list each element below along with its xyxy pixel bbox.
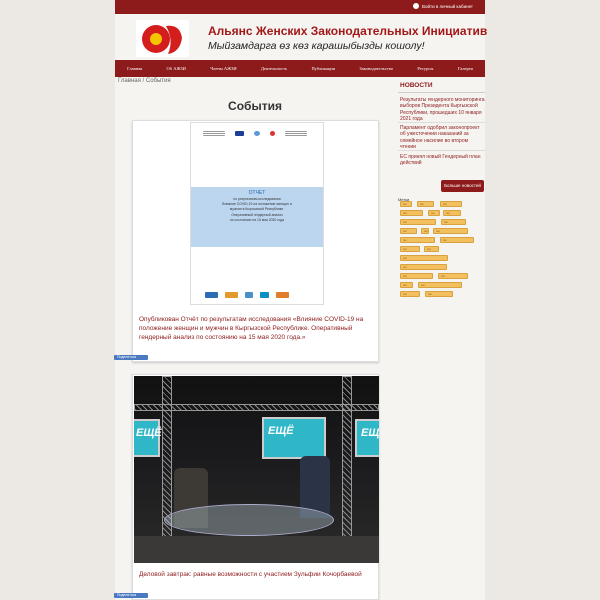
breadcrumb-current: События [145, 78, 171, 84]
nav-item-resources[interactable]: Ресурсы [417, 66, 433, 71]
tag-chip[interactable]: тег [418, 282, 462, 288]
share-button[interactable]: Поделиться [114, 593, 148, 598]
news-item[interactable]: Результаты гендерного мониторинга выборо… [400, 97, 485, 123]
news-heading: НОВОСТИ [400, 82, 433, 89]
sponsor-logos [205, 292, 289, 298]
studio-screen: ЕЩЁ [134, 419, 162, 457]
site-logo[interactable] [136, 20, 189, 57]
tag-chip[interactable]: тег [417, 201, 434, 207]
user-icon [412, 3, 419, 9]
sponsor-logo-icon [205, 292, 218, 298]
nav-item-publications[interactable]: Публикации [311, 66, 335, 71]
logo-emblem-icon [141, 24, 182, 54]
swiss-logo-icon [270, 131, 275, 136]
sponsor-logo-icon [225, 292, 238, 298]
page-title: События [228, 99, 282, 113]
tag-chip[interactable]: тег [424, 246, 439, 252]
news-item[interactable]: ЕС принял новый Гендерный план действий [400, 154, 485, 167]
more-news-button[interactable]: Больше новостей [441, 180, 484, 192]
stage-truss [134, 404, 379, 411]
main-nav: Главная Об АЖЗИ Члены АЖЗИ Деятельность … [115, 60, 485, 77]
divider [398, 150, 485, 151]
page: Войти в личный кабинет Альянс Женских За… [114, 0, 487, 600]
tag-chip[interactable]: тег [438, 273, 468, 279]
tag-chip[interactable]: тег [400, 246, 420, 252]
share-button[interactable]: Поделиться [114, 355, 148, 360]
tag-chip[interactable]: тег [400, 201, 412, 207]
tag-chip[interactable]: тег [433, 228, 468, 234]
studio-table [164, 504, 334, 536]
tag-chip[interactable]: тег [400, 228, 417, 234]
site-title[interactable]: Альянс Женских Законодательных Инициатив [208, 24, 487, 38]
tag-chip[interactable]: тег [425, 291, 453, 297]
event-card-text[interactable]: Опубликован Отчёт по результатам исследо… [139, 315, 375, 342]
login-link[interactable]: Войти в личный кабинет [412, 3, 473, 9]
event-photo[interactable]: ЕЩЁ ЕЩЁ ЕЩЁ [134, 376, 379, 563]
studio-screen: ЕЩЁ [262, 417, 326, 459]
nav-item-members[interactable]: Члены АЖЗИ [210, 66, 236, 71]
report-line: по состоянию на 15 мая 2020 года [229, 217, 285, 222]
tag-chip[interactable]: тег [400, 237, 435, 243]
screen-text: ЕЩЁ [268, 425, 294, 437]
divider [398, 92, 485, 93]
site-subtitle: Мыйзамдарга өз көз карашыбызды кошолу! [208, 40, 425, 52]
tag-chip[interactable]: тег [443, 210, 461, 216]
login-label: Войти в личный кабинет [421, 3, 473, 9]
stage-truss [342, 376, 352, 541]
report-cover-image[interactable]: ОТЧЕТ по результатам исследования Влияни… [190, 122, 324, 305]
event-card: ЕЩЁ ЕЩЁ ЕЩЁ Деловой завтрак: равные возм… [132, 374, 379, 600]
studio-screen: ЕЩЁ [355, 419, 379, 457]
tag-chip[interactable]: тег [400, 210, 423, 216]
tag-chip[interactable]: тег [400, 264, 447, 270]
breadcrumb: Главная / События [118, 78, 171, 84]
report-title-band: ОТЧЕТ по результатам исследования Влияни… [191, 187, 323, 247]
divider [398, 122, 485, 123]
eu-flag-icon [235, 131, 244, 136]
nav-item-legislation[interactable]: Законодательство [359, 66, 393, 71]
top-bar: Войти в личный кабинет [115, 0, 485, 14]
tag-chip[interactable]: тег [440, 201, 462, 207]
tag-chip[interactable]: тег [428, 210, 440, 216]
news-item[interactable]: Парламент одобрил законопроект об ужесто… [400, 125, 485, 151]
tag-chip[interactable]: тег [421, 228, 429, 234]
tag-chip[interactable]: тег [400, 291, 420, 297]
org-logo-icon [203, 131, 225, 136]
sponsor-logo-icon [260, 292, 269, 298]
tag-chip[interactable]: тег [440, 237, 474, 243]
screen-text: ЕЩЁ [136, 427, 162, 439]
event-card-text[interactable]: Деловой завтрак: равные возможности с уч… [139, 570, 375, 579]
org-logo-icon [285, 131, 307, 136]
sponsor-logo-icon [276, 292, 289, 298]
tag-chip[interactable]: тег [400, 255, 448, 261]
event-card: ОТЧЕТ по результатам исследования Влияни… [132, 120, 379, 362]
un-logo-icon [254, 131, 260, 136]
screen-text: ЕЩЁ [361, 427, 379, 439]
nav-item-activities[interactable]: Деятельность [261, 66, 287, 71]
tag-chip[interactable]: тег [400, 219, 436, 225]
report-title: ОТЧЕТ [248, 190, 266, 196]
breadcrumb-home-link[interactable]: Главная [118, 78, 141, 84]
nav-item-about[interactable]: Об АЖЗИ [167, 66, 186, 71]
nav-item-home[interactable]: Главная [127, 66, 142, 71]
partner-logos [203, 131, 307, 136]
tag-chip[interactable]: тег [400, 282, 413, 288]
nav-item-gallery[interactable]: Галерея [458, 66, 473, 71]
sponsor-logo-icon [245, 292, 253, 298]
tag-chip[interactable]: тег [441, 219, 466, 225]
tag-chip[interactable]: тег [400, 273, 433, 279]
studio-floor [134, 536, 379, 563]
